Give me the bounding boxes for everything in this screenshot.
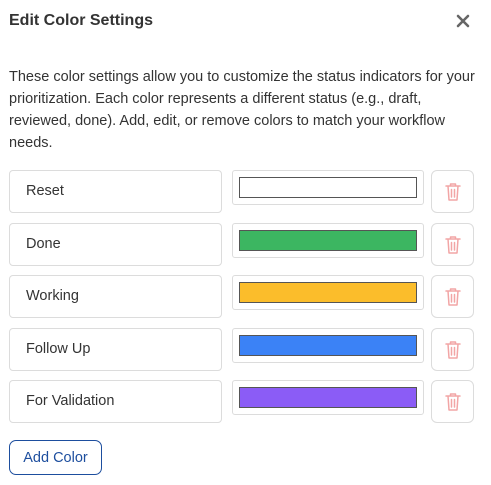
color-name-field[interactable]: Working [9, 275, 222, 318]
dialog-description: These color settings allow you to custom… [9, 69, 475, 151]
trash-icon [445, 183, 461, 201]
trash-icon [445, 340, 461, 359]
color-swatch [239, 229, 417, 251]
color-picker[interactable] [232, 327, 424, 363]
delete-color-button[interactable] [431, 327, 474, 371]
add-color-button[interactable]: Add Color [9, 440, 102, 475]
color-name-field[interactable]: Done [9, 222, 222, 266]
dialog-title: Edit Color Settings [9, 12, 153, 29]
delete-color-button[interactable] [431, 222, 474, 266]
color-name-label: For Validation [26, 393, 115, 409]
color-picker[interactable] [232, 380, 424, 415]
color-swatch [239, 177, 417, 198]
color-name-label: Reset [26, 183, 64, 199]
color-swatch [239, 334, 417, 356]
color-name-field[interactable]: Reset [9, 170, 222, 213]
trash-icon [445, 393, 461, 411]
color-swatch [239, 387, 417, 408]
color-picker[interactable] [232, 170, 424, 205]
delete-color-button[interactable] [431, 275, 474, 318]
color-name-field[interactable]: For Validation [9, 380, 222, 423]
color-name-label: Done [26, 235, 61, 252]
close-icon[interactable] [453, 11, 473, 31]
color-name-field[interactable]: Follow Up [9, 327, 222, 371]
color-swatch [239, 282, 417, 303]
trash-icon [445, 288, 461, 306]
color-picker[interactable] [232, 222, 424, 258]
dialog-header: Edit Color Settings [9, 10, 481, 36]
trash-icon [445, 235, 461, 254]
delete-color-button[interactable] [431, 380, 474, 423]
delete-color-button[interactable] [431, 170, 474, 213]
color-name-label: Working [26, 288, 79, 304]
color-picker[interactable] [232, 275, 424, 310]
color-name-label: Follow Up [26, 340, 91, 357]
